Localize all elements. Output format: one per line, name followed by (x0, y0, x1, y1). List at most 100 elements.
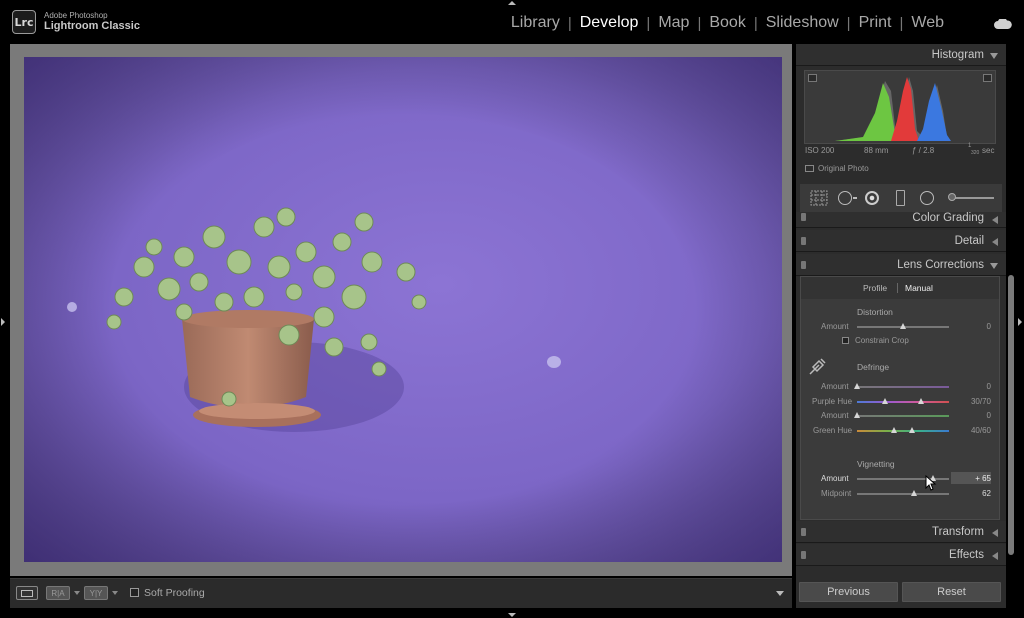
green-hue-high-thumb[interactable] (909, 427, 916, 433)
tool-strip (800, 184, 1002, 212)
previous-button[interactable]: Previous (799, 582, 898, 602)
effects-header[interactable]: Effects (796, 544, 1006, 566)
left-panel-toggle-icon[interactable] (1, 318, 5, 326)
right-panel-scrollbar[interactable] (1008, 275, 1014, 555)
lens-corrections-body: Profile Manual Distortion Amount 0 Const… (800, 276, 1000, 520)
histogram-aperture: ƒ / 2.8 (912, 146, 935, 155)
green-hue-slider[interactable] (857, 430, 949, 432)
before-after-menu-icon[interactable] (74, 591, 80, 595)
cloud-icon[interactable] (994, 19, 1012, 29)
vignetting-midpoint-slider[interactable] (857, 493, 949, 495)
purple-hue-label: Purple Hue (812, 397, 853, 406)
histogram-shutter-numerator: 1 (968, 143, 972, 149)
effects-title: Effects (949, 549, 984, 561)
purple-hue-slider[interactable] (857, 401, 949, 403)
module-develop[interactable]: Develop (572, 14, 647, 32)
right-panel: Histogram ISO 200 88 mm ƒ / 2.8 1 320 se… (796, 44, 1006, 608)
loupe-view-button[interactable] (16, 586, 38, 600)
distortion-amount-thumb[interactable] (900, 323, 906, 329)
crop-overlay-icon[interactable] (810, 190, 828, 206)
color-grading-header[interactable]: Color Grading (796, 212, 1006, 228)
histogram-iso: ISO 200 (805, 146, 835, 155)
histogram-focal-length: 88 mm (864, 146, 889, 155)
brand-line-1: Adobe Photoshop (44, 11, 108, 20)
vignetting-midpoint-value[interactable]: 62 (961, 489, 991, 498)
eyedropper-icon[interactable] (807, 355, 829, 377)
transform-toggle-icon[interactable] (801, 528, 806, 536)
purple-hue-high-thumb[interactable] (918, 398, 925, 404)
toolbar-menu-icon[interactable] (776, 591, 784, 596)
brush-slider-track[interactable] (950, 197, 994, 199)
purple-amount-slider[interactable] (857, 386, 949, 388)
color-grading-toggle-icon[interactable] (801, 213, 806, 221)
purple-hue-value[interactable]: 30/70 (961, 397, 991, 406)
tab-divider (897, 283, 898, 293)
module-web[interactable]: Web (903, 14, 952, 32)
right-panel-toggle-icon[interactable] (1018, 318, 1022, 326)
lightroom-window: Lrc Adobe Photoshop Lightroom Classic Li… (0, 0, 1024, 618)
histogram-title: Histogram (931, 49, 984, 61)
green-amount-thumb[interactable] (854, 412, 860, 418)
adjustment-brush-icon[interactable] (948, 193, 956, 201)
module-slideshow[interactable]: Slideshow (758, 14, 847, 32)
reset-button[interactable]: Reset (902, 582, 1001, 602)
swap-menu-icon[interactable] (112, 591, 118, 595)
filmstrip-toggle-icon[interactable] (508, 613, 516, 617)
purple-amount-value[interactable]: 0 (961, 382, 991, 391)
effects-toggle-icon[interactable] (801, 551, 806, 559)
purple-amount-thumb[interactable] (854, 383, 860, 389)
top-bar: Lrc Adobe Photoshop Lightroom Classic Li… (0, 0, 1024, 42)
before-after-lr-button[interactable]: R|A (46, 586, 70, 600)
distortion-section: Distortion (857, 307, 893, 317)
green-hue-value[interactable]: 40/60 (961, 426, 991, 435)
module-print[interactable]: Print (851, 14, 900, 32)
expand-effects-icon[interactable] (992, 552, 998, 560)
purple-hue-low-thumb[interactable] (881, 398, 888, 404)
tab-profile[interactable]: Profile (863, 283, 887, 293)
distortion-amount-value[interactable]: 0 (961, 322, 991, 331)
photo-artwork (24, 57, 782, 562)
module-book[interactable]: Book (701, 14, 753, 32)
green-amount-value[interactable]: 0 (961, 411, 991, 420)
module-library[interactable]: Library (503, 14, 568, 32)
lens-corrections-title: Lens Corrections (897, 259, 984, 271)
module-picker: Library | Develop | Map | Book | Slideshow | Print… (503, 14, 952, 32)
detail-header[interactable]: Detail (796, 230, 1006, 252)
histogram-header[interactable]: Histogram (796, 44, 1006, 66)
spot-removal-icon[interactable] (838, 191, 852, 205)
spot-removal-icon-tail (853, 197, 857, 199)
photo-preview[interactable] (24, 57, 782, 562)
collapse-top-arrow-icon[interactable] (508, 1, 516, 5)
constrain-crop-checkbox[interactable] (842, 337, 849, 344)
constrain-crop-label: Constrain Crop (855, 336, 909, 345)
purple-amount-label: Amount (821, 382, 849, 391)
tab-manual[interactable]: Manual (905, 283, 933, 293)
brand-line-2: Lightroom Classic (44, 20, 140, 32)
radial-filter-icon[interactable] (920, 191, 934, 205)
module-map[interactable]: Map (650, 14, 697, 32)
collapse-lens-corrections-icon[interactable] (990, 263, 998, 269)
graduated-filter-icon[interactable] (896, 190, 905, 206)
color-grading-title: Color Grading (912, 212, 984, 224)
green-amount-slider[interactable] (857, 415, 949, 417)
histogram-graph[interactable] (804, 70, 996, 144)
original-photo-icon (805, 165, 814, 172)
red-eye-icon[interactable] (865, 191, 879, 205)
expand-color-grading-icon[interactable] (992, 216, 998, 224)
before-after-tb-button[interactable]: Y|Y (84, 586, 108, 600)
transform-header[interactable]: Transform (796, 521, 1006, 543)
lens-corrections-header[interactable]: Lens Corrections (796, 254, 1006, 276)
soft-proofing-checkbox[interactable] (130, 588, 139, 597)
original-photo-label: Original Photo (818, 164, 869, 173)
green-hue-low-thumb[interactable] (890, 427, 897, 433)
expand-transform-icon[interactable] (992, 529, 998, 537)
green-hue-label: Green Hue (813, 426, 853, 435)
histogram-shutter-denominator: 320 (971, 150, 980, 156)
lens-corrections-toggle-icon[interactable] (801, 261, 806, 269)
collapse-histogram-icon[interactable] (990, 53, 998, 59)
expand-detail-icon[interactable] (992, 238, 998, 246)
vignetting-midpoint-thumb[interactable] (911, 490, 918, 496)
vignetting-amount-value[interactable]: + 65 (961, 474, 991, 483)
detail-toggle-icon[interactable] (801, 237, 806, 245)
defringe-section: Defringe (857, 362, 890, 372)
